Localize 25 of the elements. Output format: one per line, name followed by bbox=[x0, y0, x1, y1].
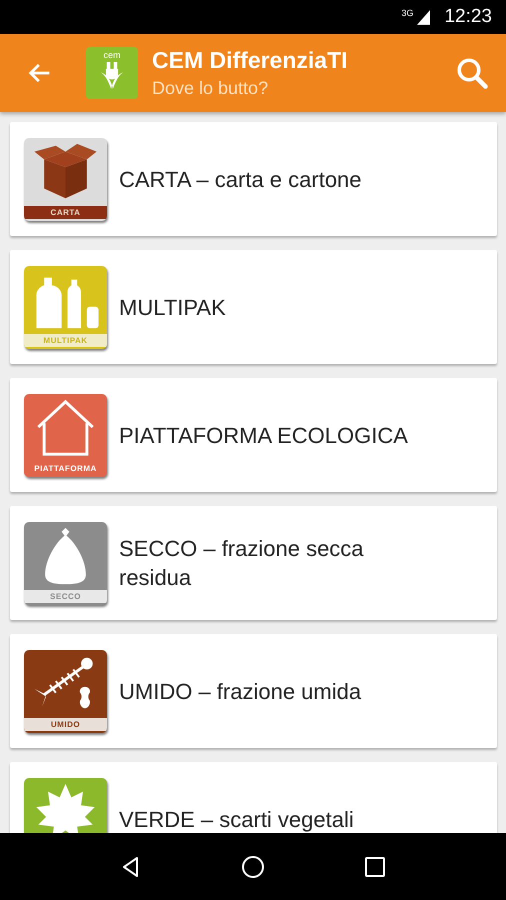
logo-text: cem bbox=[103, 50, 120, 60]
category-label: MULTIPAK bbox=[119, 294, 226, 322]
category-card[interactable]: SECCO SECCO – frazione secca residua bbox=[10, 506, 497, 620]
clock: 12:23 bbox=[444, 6, 492, 28]
category-card[interactable]: MULTIPAK MULTIPAK bbox=[10, 250, 497, 364]
category-card[interactable]: VERDE – scarti vegetali bbox=[10, 762, 497, 833]
signal-icon bbox=[417, 10, 430, 24]
category-label: VERDE – scarti vegetali bbox=[119, 806, 354, 833]
tile-label: CARTA bbox=[24, 206, 107, 218]
tile-label: PIATTAFORMA bbox=[24, 462, 107, 474]
home-icon[interactable] bbox=[241, 854, 265, 878]
category-label: UMIDO – frazione umida bbox=[119, 678, 362, 706]
category-label: CARTA – carta e cartone bbox=[119, 166, 362, 194]
tile-label: SECCO bbox=[24, 590, 107, 602]
category-label: SECCO – frazione secca residua bbox=[119, 535, 365, 592]
network-type: 3G bbox=[401, 8, 414, 18]
app-subtitle: Dove lo butto? bbox=[152, 78, 270, 99]
tile-label: UMIDO bbox=[24, 718, 107, 730]
recents-icon[interactable] bbox=[363, 854, 387, 878]
tile-label: MULTIPAK bbox=[24, 334, 107, 346]
category-label: PIATTAFORMA ECOLOGICA bbox=[119, 422, 408, 450]
app-title: CEM DifferenziaTI bbox=[152, 47, 349, 74]
category-card[interactable]: PIATTAFORMA PIATTAFORMA ECOLOGICA bbox=[10, 378, 497, 492]
category-card[interactable]: CARTA CARTA – carta e cartone bbox=[10, 122, 497, 236]
category-card[interactable]: UMIDO UMIDO – frazione umida bbox=[10, 634, 497, 748]
